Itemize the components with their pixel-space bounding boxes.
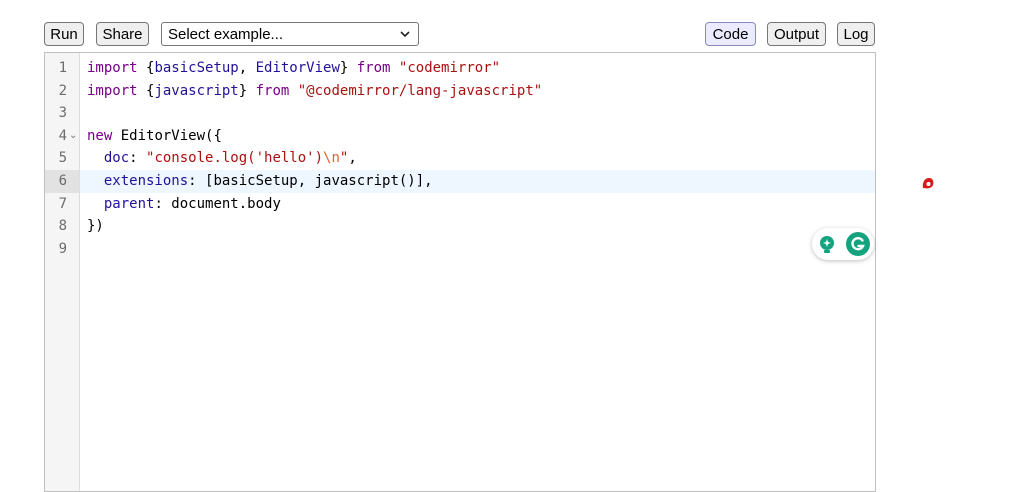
punctuation: }	[339, 60, 357, 76]
escape-sequence: \n	[323, 150, 340, 167]
run-button[interactable]: Run	[44, 22, 84, 46]
punctuation: {	[137, 82, 155, 99]
keyword: from	[255, 82, 290, 99]
line-number: 9	[58, 240, 67, 257]
code-line: import {basicSetup, EditorView} from "co…	[87, 57, 875, 80]
tab-code[interactable]: Code	[705, 22, 756, 46]
share-button[interactable]: Share	[96, 22, 149, 46]
tab-log[interactable]: Log	[837, 22, 875, 46]
code-text: : [basicSetup, javascript()],	[188, 172, 433, 189]
identifier: javascript	[154, 82, 239, 99]
tab-output[interactable]: Output	[767, 22, 826, 46]
code-content[interactable]: import {basicSetup, EditorView} from "co…	[87, 57, 875, 260]
line-number: 2	[58, 82, 67, 99]
string: "@codemirror/lang-javascript"	[297, 82, 543, 99]
punctuation: }	[238, 82, 256, 99]
punctuation: ,	[238, 60, 256, 76]
identifier: EditorView	[255, 60, 340, 76]
string: "codemirror"	[398, 60, 501, 76]
code-text: : document.body	[154, 195, 281, 212]
punctuation: })	[87, 218, 104, 235]
code-line: extensions: [basicSetup, javascript()],	[87, 170, 875, 193]
property: extensions	[103, 172, 189, 189]
keyword: import	[87, 82, 138, 99]
identifier: basicSetup	[154, 60, 239, 76]
line-number: 4	[58, 127, 67, 144]
string: "console.log('hello')	[146, 150, 324, 167]
property: parent	[103, 195, 155, 212]
line-number: 5	[58, 150, 67, 167]
example-select-value: Select example...	[168, 25, 284, 43]
line-number: 8	[58, 218, 67, 235]
identifier: EditorView({	[112, 127, 222, 144]
punctuation: ,	[348, 150, 357, 167]
line-number: 7	[58, 195, 67, 212]
line-number: 1	[58, 60, 67, 76]
line-number: 6	[58, 173, 67, 189]
keyword: import	[87, 60, 138, 76]
code-line: doc: "console.log('hello')\n",	[87, 147, 875, 170]
code-line: new EditorView({	[87, 125, 875, 148]
code-editor[interactable]: 1 2 3 4 ⌄ 5 6 7 8 9 import {basicSetup, …	[44, 52, 876, 492]
code-line: import {javascript} from "@codemirror/la…	[87, 80, 875, 103]
punctuation: {	[137, 60, 155, 76]
code-line: })	[87, 215, 875, 238]
record-indicator-icon	[922, 178, 934, 189]
line-number: 3	[58, 105, 67, 122]
grammarly-icon[interactable]	[845, 231, 871, 257]
lightbulb-icon[interactable]	[816, 233, 838, 255]
fold-marker-icon[interactable]: ⌄	[69, 130, 77, 141]
chevron-down-icon	[400, 31, 410, 38]
keyword: new	[87, 127, 113, 144]
example-select[interactable]: Select example...	[161, 22, 419, 46]
property: doc	[103, 150, 130, 167]
code-line: parent: document.body	[87, 193, 875, 216]
grammarly-widget[interactable]	[812, 228, 874, 260]
punctuation: :	[129, 150, 147, 167]
keyword: from	[356, 60, 391, 76]
